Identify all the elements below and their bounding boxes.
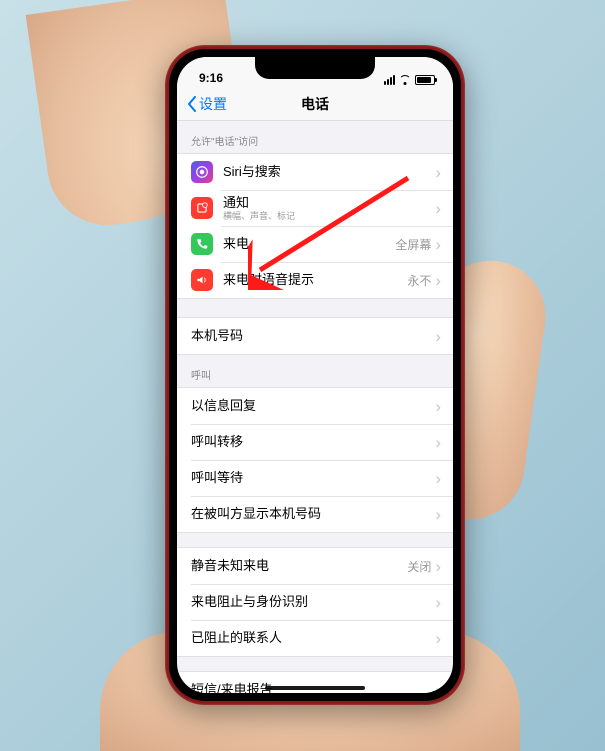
chevron-right-icon: › bbox=[435, 200, 441, 217]
row-call-forwarding[interactable]: 呼叫转移 › bbox=[177, 424, 453, 460]
back-button[interactable]: 设置 bbox=[187, 94, 227, 114]
wifi-icon bbox=[399, 75, 411, 85]
row-label: 来电 bbox=[223, 236, 395, 252]
chevron-right-icon: › bbox=[435, 558, 441, 575]
chevron-right-icon: › bbox=[435, 434, 441, 451]
chevron-right-icon: › bbox=[435, 470, 441, 487]
battery-icon bbox=[415, 75, 435, 85]
row-show-my-caller-id[interactable]: 在被叫方显示本机号码 › bbox=[177, 496, 453, 532]
notifications-icon bbox=[191, 197, 213, 219]
chevron-right-icon: › bbox=[435, 630, 441, 647]
chevron-right-icon: › bbox=[435, 682, 441, 694]
section-header-allow: 允许"电话"访问 bbox=[177, 121, 453, 153]
row-incoming-calls[interactable]: 来电 全屏幕 › bbox=[177, 226, 453, 262]
row-label: 本机号码 bbox=[191, 328, 435, 344]
row-label: 来电时语音提示 bbox=[223, 272, 407, 288]
row-value: 全屏幕 bbox=[395, 236, 431, 253]
row-sublabel: 横幅、声音、标记 bbox=[223, 211, 435, 222]
row-label: 呼叫等待 bbox=[191, 470, 435, 486]
row-notifications[interactable]: 通知 横幅、声音、标记 › bbox=[177, 190, 453, 226]
row-label: 在被叫方显示本机号码 bbox=[191, 506, 435, 522]
row-silence-unknown[interactable]: 静音未知来电 关闭 › bbox=[177, 548, 453, 584]
row-value: 关闭 bbox=[407, 558, 431, 575]
section-header-calls: 呼叫 bbox=[177, 355, 453, 387]
chevron-right-icon: › bbox=[435, 272, 441, 289]
row-label: 来电阻止与身份识别 bbox=[191, 594, 435, 610]
phone-icon bbox=[191, 233, 213, 255]
chevron-left-icon bbox=[187, 96, 197, 112]
row-call-blocking-id[interactable]: 来电阻止与身份识别 › bbox=[177, 584, 453, 620]
chevron-right-icon: › bbox=[435, 398, 441, 415]
home-indicator[interactable] bbox=[265, 686, 365, 690]
chevron-right-icon: › bbox=[435, 164, 441, 181]
row-label: 已阻止的联系人 bbox=[191, 630, 435, 646]
speaker-icon bbox=[191, 269, 213, 291]
chevron-right-icon: › bbox=[435, 236, 441, 253]
row-label: 以信息回复 bbox=[191, 398, 435, 414]
row-label: Siri与搜索 bbox=[223, 164, 435, 180]
notch bbox=[255, 57, 375, 79]
row-value: 永不 bbox=[407, 272, 431, 289]
back-label: 设置 bbox=[199, 94, 227, 114]
cellular-signal-icon bbox=[384, 75, 395, 85]
chevron-right-icon: › bbox=[435, 506, 441, 523]
row-label: 通知 bbox=[223, 195, 435, 211]
settings-content: 允许"电话"访问 Siri与搜索 › 通知 bbox=[177, 121, 453, 693]
chevron-right-icon: › bbox=[435, 328, 441, 345]
row-label: 静音未知来电 bbox=[191, 558, 407, 574]
row-reply-with-message[interactable]: 以信息回复 › bbox=[177, 388, 453, 424]
row-call-waiting[interactable]: 呼叫等待 › bbox=[177, 460, 453, 496]
navigation-bar: 设置 电话 bbox=[177, 87, 453, 121]
phone-screen: 9:16 设置 电话 允许"电话"访问 bbox=[177, 57, 453, 693]
row-siri-search[interactable]: Siri与搜索 › bbox=[177, 154, 453, 190]
iphone-device: 9:16 设置 电话 允许"电话"访问 bbox=[165, 45, 465, 705]
row-my-number[interactable]: 本机号码 › bbox=[177, 318, 453, 354]
row-label: 呼叫转移 bbox=[191, 434, 435, 450]
siri-icon bbox=[191, 161, 213, 183]
row-announce-calls[interactable]: 来电时语音提示 永不 › bbox=[177, 262, 453, 298]
chevron-right-icon: › bbox=[435, 594, 441, 611]
status-time: 9:16 bbox=[199, 71, 223, 85]
row-blocked-contacts[interactable]: 已阻止的联系人 › bbox=[177, 620, 453, 656]
